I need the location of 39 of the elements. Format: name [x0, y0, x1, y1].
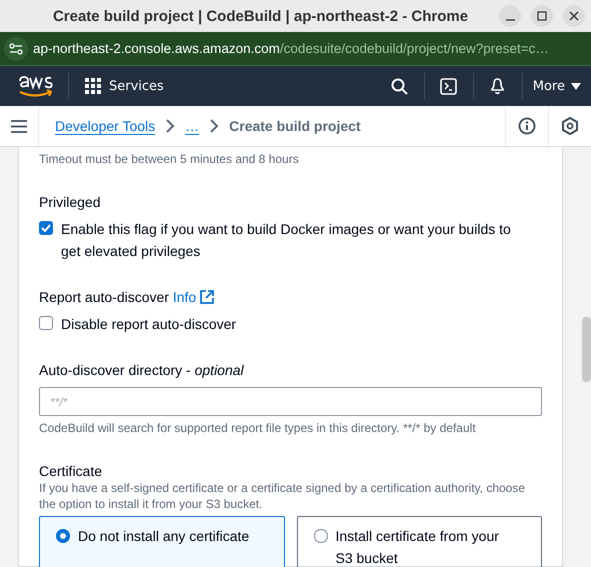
field-label: Report auto-discover: [39, 289, 169, 305]
close-icon: [569, 11, 579, 21]
info-link[interactable]: Info: [172, 289, 196, 305]
checkbox[interactable]: [39, 221, 53, 235]
description-text: If you have a self-signed certificate or a certificate signed by a certification authority, choose the option to install it from your S3 bucket.: [39, 480, 526, 512]
hint-text: CodeBuild will search for supported report file types in this directory. **/* by default: [39, 420, 477, 436]
field-label: Certificate: [39, 462, 104, 480]
field-label: Auto-discover directory - optional: [39, 361, 245, 379]
grid-icon: [85, 78, 101, 94]
checkbox-label: Disable report auto-discover: [61, 315, 236, 334]
minimize-icon: [506, 19, 514, 21]
search-icon[interactable]: [391, 78, 408, 94]
breadcrumb-link[interactable]: Developer Tools: [55, 118, 156, 134]
notifications-icon[interactable]: [489, 77, 506, 95]
field-label: Privileged: [39, 193, 102, 211]
hexagon-icon[interactable]: [561, 117, 579, 135]
directory-input[interactable]: **/*: [39, 387, 542, 416]
external-link-icon[interactable]: [200, 290, 214, 304]
radio-tile[interactable]: Do not install any certificate: [39, 516, 284, 567]
site-settings-icon[interactable]: [4, 36, 28, 60]
radio-tile[interactable]: Install certificate from your S3 bucket: [296, 516, 542, 567]
more-menu[interactable]: More: [522, 78, 591, 94]
close-button[interactable]: [563, 5, 585, 27]
breadcrumb-link[interactable]: …: [185, 118, 200, 134]
chevron-icon: [209, 119, 220, 133]
caret-icon: [571, 82, 581, 90]
hint-text: Timeout must be between 5 minutes and 8 hours: [39, 151, 300, 167]
services-button[interactable]: Services: [85, 78, 164, 94]
terminal-icon[interactable]: [440, 78, 458, 94]
maximize-icon: [537, 11, 547, 21]
menu-icon[interactable]: [11, 120, 27, 132]
info-icon[interactable]: [518, 117, 536, 135]
checkbox[interactable]: [39, 316, 53, 330]
checkbox-label: Enable this flag if you want to build Docker images or want your builds to get elevated privileges: [61, 220, 512, 261]
maximize-button[interactable]: [531, 5, 553, 27]
window-title: Create build project | CodeBuild | ap-northeast-2 - Chrome: [52, 8, 470, 24]
breadcrumb-current: Create build project: [229, 118, 361, 134]
scrollbar-thumb[interactable]: [582, 317, 591, 382]
chevron-icon: [165, 119, 176, 133]
